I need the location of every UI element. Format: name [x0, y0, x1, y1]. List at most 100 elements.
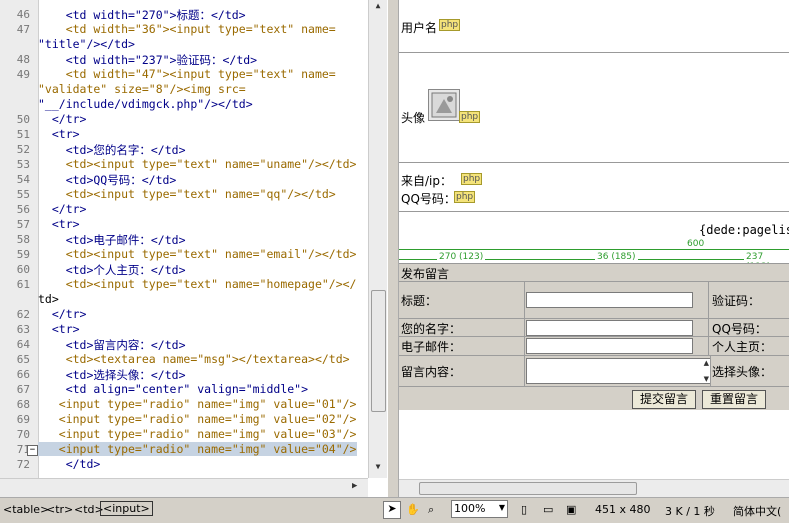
chevron-down-icon: ▼: [498, 503, 505, 512]
scroll-thumb[interactable]: [371, 290, 386, 412]
ruler-col1: 270 (123): [437, 252, 486, 262]
line-number: 50: [16, 113, 30, 126]
uname-input[interactable]: [526, 320, 693, 336]
choose-avatar-label: 选择头像：: [712, 365, 773, 379]
code-line[interactable]: <tr>: [38, 217, 80, 231]
select-tool-icon[interactable]: ➤: [383, 501, 401, 519]
line-number: 63: [16, 323, 30, 336]
tag-selector-tr[interactable]: <tr>: [46, 503, 73, 516]
code-line[interactable]: td>: [38, 292, 59, 306]
msg-textarea[interactable]: ▲ ▼: [526, 358, 711, 384]
php-icon: php: [461, 173, 483, 185]
window-dimensions[interactable]: 451 x 480: [595, 503, 651, 516]
scroll-right-arrow-icon[interactable]: ▶: [352, 481, 357, 491]
table-width-ruler: 600 270 (123) 36 (185) 237 (113): [399, 238, 789, 272]
line-number: 66: [16, 368, 30, 381]
code-line[interactable]: <input type="radio" name="img" value="02…: [38, 412, 357, 426]
code-line[interactable]: <td><input type="text" name="email"/></t…: [38, 247, 357, 261]
form-row-title: 标题： 验证码：: [399, 281, 789, 318]
broken-image-icon[interactable]: [428, 89, 460, 121]
email-input[interactable]: [526, 338, 693, 354]
avatar-label: 头像: [401, 111, 426, 125]
code-line[interactable]: <td><input type="text" name="homepage"/>…: [38, 277, 357, 291]
zoom-select[interactable]: 100% ▼: [451, 500, 508, 518]
code-line[interactable]: </tr>: [38, 202, 87, 216]
code-vertical-scrollbar[interactable]: ▲ ▼: [368, 0, 387, 478]
code-line[interactable]: <td width="270">标题：</td>: [38, 7, 246, 23]
zoom-tool-icon[interactable]: ⌕: [428, 503, 434, 517]
line-number: 65: [16, 353, 30, 366]
design-horizontal-scrollbar[interactable]: [399, 479, 789, 497]
code-line[interactable]: <td>QQ号码：</td>: [38, 172, 177, 188]
username-label: 用户名: [401, 21, 438, 35]
split-divider[interactable]: [388, 0, 399, 497]
code-line[interactable]: <td align="center" valign="middle">: [38, 382, 308, 396]
code-line[interactable]: <input type="radio" name="img" value="03…: [38, 427, 357, 441]
code-line[interactable]: <td width="36"><input type="text" name=: [38, 22, 336, 36]
line-number: 57: [16, 218, 30, 231]
line-number: 61: [16, 278, 30, 291]
reset-button[interactable]: 重置留言: [702, 390, 766, 409]
form-row-email: 电子邮件： 个人主页：: [399, 336, 789, 355]
line-number: 47: [16, 23, 30, 36]
status-bar: <table> <tr> <td> <input> ➤ ✋ ⌕ 100% ▼ ▯…: [0, 497, 789, 523]
code-line[interactable]: <td>选择头像：</td>: [38, 367, 186, 383]
line-number: 59: [16, 248, 30, 261]
line-number: 70: [16, 428, 30, 441]
design-scroll-thumb[interactable]: [419, 482, 637, 495]
line-number: 72: [16, 458, 30, 471]
line-number: 52: [16, 143, 30, 156]
qq-label: QQ号码：: [401, 192, 456, 206]
code-lines[interactable]: 46 <td width="270">标题：</td> 47 <td width=…: [0, 0, 368, 478]
form-row-message: 留言内容： ▲ ▼ 选择头像：: [399, 355, 789, 386]
code-line[interactable]: <td>留言内容：</td>: [38, 337, 186, 353]
textarea-scroll-down-icon[interactable]: ▼: [704, 375, 709, 383]
pagelist-tag: {dede:pagelis: [699, 223, 789, 237]
line-number: 62: [16, 308, 30, 321]
window-size-medium-icon[interactable]: ▭: [543, 503, 553, 516]
code-line[interactable]: <td width="47"><input type="text" name=: [38, 67, 336, 81]
code-line[interactable]: <td><textarea name="msg"></textarea></td…: [38, 352, 350, 366]
code-line[interactable]: <td><input type="text" name="qq"/></td>: [38, 187, 336, 201]
code-line[interactable]: <input type="radio" name="img" value="04…: [38, 442, 357, 456]
info-cell: 来自/ip： php QQ号码： php: [399, 163, 789, 212]
code-line[interactable]: <input type="radio" name="img" value="01…: [38, 397, 357, 411]
line-number: 68: [16, 398, 30, 411]
code-line[interactable]: </td>: [38, 457, 101, 471]
code-line[interactable]: <td>您的名字：</td>: [38, 142, 186, 158]
code-line[interactable]: "__/include/vdimgck.php"/></td>: [38, 97, 253, 111]
code-line[interactable]: </tr>: [38, 112, 87, 126]
code-line[interactable]: <td>电子邮件：</td>: [38, 232, 186, 248]
submit-button[interactable]: 提交留言: [632, 390, 696, 409]
title-input[interactable]: [526, 292, 693, 308]
php-icon: php: [454, 191, 476, 203]
window-size-small-icon[interactable]: ▯: [521, 503, 527, 516]
line-number: 58: [16, 233, 30, 246]
code-view[interactable]: 46 <td width="270">标题：</td> 47 <td width=…: [0, 0, 389, 497]
hand-tool-icon[interactable]: ✋: [406, 503, 420, 516]
tag-selector-table[interactable]: <table>: [3, 503, 49, 516]
line-number: 56: [16, 203, 30, 216]
scroll-up-arrow-icon[interactable]: ▲: [371, 1, 385, 15]
code-horizontal-scrollbar[interactable]: ▶: [0, 478, 368, 497]
line-number: 48: [16, 53, 30, 66]
window-size-monitor-icon[interactable]: ▣: [566, 503, 576, 516]
design-view[interactable]: 用户名 php 头像 php 来自/ip： php QQ号码： php {ded…: [399, 0, 789, 497]
fold-collapse-icon[interactable]: −: [27, 445, 38, 456]
tag-selector-input[interactable]: <input>: [100, 501, 153, 516]
code-line[interactable]: <td><input type="text" name="uname"/></t…: [38, 157, 357, 171]
textarea-scroll-up-icon[interactable]: ▲: [704, 359, 709, 367]
code-line[interactable]: "title"/></td>: [38, 37, 135, 51]
code-line[interactable]: <tr>: [38, 127, 80, 141]
avatar-cell: 头像 php: [399, 53, 789, 163]
code-line[interactable]: "validate" size="8"/><img src=: [38, 82, 246, 96]
line-number: 60: [16, 263, 30, 276]
line-number: 53: [16, 158, 30, 171]
scroll-down-arrow-icon[interactable]: ▼: [371, 462, 385, 476]
code-line[interactable]: <td width="237">验证码：</td>: [38, 52, 257, 68]
line-number: 51: [16, 128, 30, 141]
code-line[interactable]: <tr>: [38, 322, 80, 336]
code-line[interactable]: </tr>: [38, 307, 87, 321]
code-line[interactable]: <td>个人主页：</td>: [38, 262, 186, 278]
line-number: 64: [16, 338, 30, 351]
